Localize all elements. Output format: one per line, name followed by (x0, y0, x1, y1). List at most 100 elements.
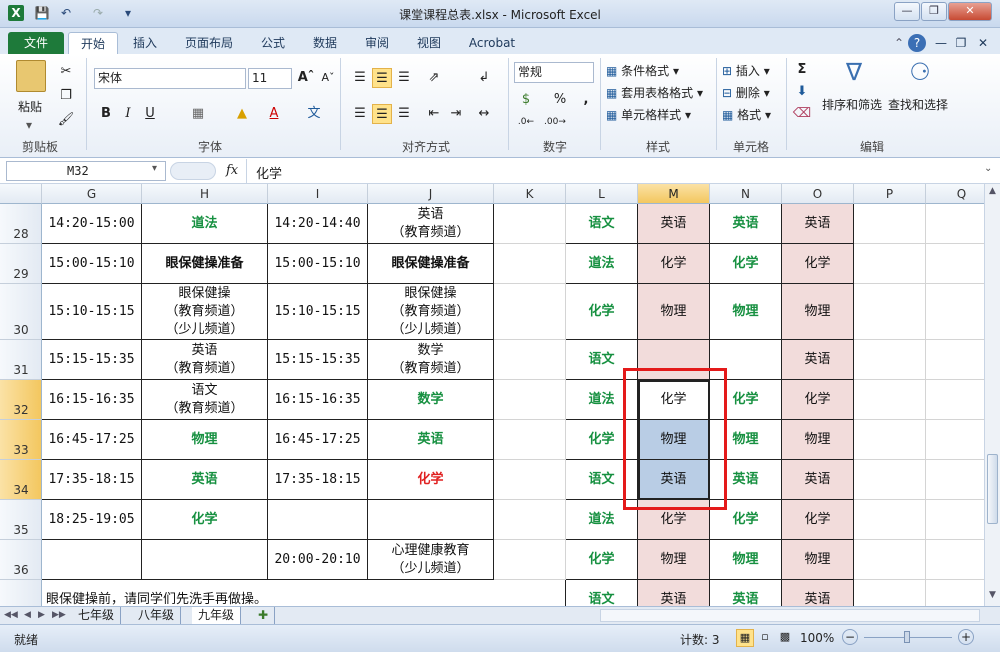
cell-q36[interactable] (926, 540, 984, 580)
insert-sheet-icon[interactable]: ✚ (252, 607, 276, 624)
select-all-corner[interactable] (0, 184, 42, 204)
row-header[interactable]: 29 (0, 244, 42, 284)
clear-icon[interactable]: ⌫ (792, 104, 812, 124)
bold-icon[interactable]: B (96, 104, 116, 124)
cell-h30[interactable]: 眼保健操 （教育频道） （少儿频道） (142, 284, 268, 340)
phonetic-icon[interactable]: 文 (304, 104, 324, 124)
sort-filter-button[interactable]: 排序和筛选 (822, 96, 882, 113)
cell-h35[interactable]: 化学 (142, 500, 268, 540)
find-select-button[interactable]: 查找和选择 (888, 96, 948, 113)
sheet-tab-grade8[interactable]: 八年级 (132, 607, 182, 624)
insert-function-icon[interactable]: fx (226, 163, 238, 178)
cell-p36[interactable] (854, 540, 926, 580)
cell-h34[interactable]: 英语 (142, 460, 268, 500)
vertical-scrollbar[interactable]: ▲ ▼ (984, 184, 1000, 606)
cell-g35[interactable]: 18:25-19:05 (42, 500, 142, 540)
tab-home[interactable]: 开始 (68, 32, 118, 54)
fill-color-icon[interactable]: ▲ (232, 104, 252, 124)
cell-o30[interactable]: 物理 (782, 284, 854, 340)
row-header[interactable]: 30 (0, 284, 42, 340)
cell-m30[interactable]: 物理 (638, 284, 710, 340)
tab-acrobat[interactable]: Acrobat (462, 32, 522, 54)
sheet-nav-prev-icon[interactable]: ◀ (24, 607, 31, 624)
cell-k32[interactable] (494, 380, 566, 420)
cell-o31[interactable]: 英语 (782, 340, 854, 380)
cell-i36[interactable]: 20:00-20:10 (268, 540, 368, 580)
cell-n30[interactable]: 物理 (710, 284, 782, 340)
row-header[interactable]: 28 (0, 204, 42, 244)
scroll-down-icon[interactable]: ▼ (987, 590, 998, 602)
cell-g29[interactable]: 15:00-15:10 (42, 244, 142, 284)
cell-g33[interactable]: 16:45-17:25 (42, 420, 142, 460)
cell-o36[interactable]: 物理 (782, 540, 854, 580)
increase-indent-icon[interactable]: ⇥ (446, 104, 466, 124)
cell-g36[interactable] (42, 540, 142, 580)
cell-g31[interactable]: 15:15-15:35 (42, 340, 142, 380)
cell-g32[interactable]: 16:15-16:35 (42, 380, 142, 420)
cell-gnote[interactable]: 眼保健操前，请同学们先洗手再做操。 (42, 580, 566, 606)
cell-p28[interactable] (854, 204, 926, 244)
cell-h28[interactable]: 道法 (142, 204, 268, 244)
cell-g34[interactable]: 17:35-18:15 (42, 460, 142, 500)
sheet-tab-grade7[interactable]: 七年级 (72, 607, 122, 624)
column-header-h[interactable]: H (142, 184, 268, 204)
cell-j32[interactable]: 数学 (368, 380, 494, 420)
cell-p29[interactable] (854, 244, 926, 284)
cell-k36[interactable] (494, 540, 566, 580)
cell-j29[interactable]: 眼保健操准备 (368, 244, 494, 284)
cell-o35[interactable]: 化学 (782, 500, 854, 540)
cell-k35[interactable] (494, 500, 566, 540)
cell-o28[interactable]: 英语 (782, 204, 854, 244)
cell-mnote[interactable]: 英语 (638, 580, 710, 606)
formula-content[interactable]: 化学 (256, 163, 282, 182)
font-color-icon[interactable]: A (264, 104, 284, 124)
cell-o29[interactable]: 化学 (782, 244, 854, 284)
underline-icon[interactable]: U (140, 104, 160, 124)
cell-l28[interactable]: 语文 (566, 204, 638, 244)
cell-i31[interactable]: 15:15-15:35 (268, 340, 368, 380)
column-header-n[interactable]: N (710, 184, 782, 204)
cell-p34[interactable] (854, 460, 926, 500)
row-header[interactable]: 33 (0, 420, 42, 460)
restore-button[interactable]: ❐ (921, 2, 947, 21)
cell-m28[interactable]: 英语 (638, 204, 710, 244)
italic-icon[interactable]: I (118, 104, 138, 124)
cell-h33[interactable]: 物理 (142, 420, 268, 460)
fill-icon[interactable]: ⬇ (792, 82, 812, 102)
page-break-view-icon[interactable]: ▩ (776, 629, 794, 647)
workbook-restore-icon[interactable]: ❐ (952, 32, 970, 54)
cell-i34[interactable]: 17:35-18:15 (268, 460, 368, 500)
cell-q33[interactable] (926, 420, 984, 460)
help-icon[interactable]: ? (908, 34, 926, 52)
cell-g30[interactable]: 15:10-15:15 (42, 284, 142, 340)
page-layout-view-icon[interactable]: ▫ (756, 629, 774, 647)
name-box[interactable]: M32 (6, 161, 166, 181)
cell-g28[interactable]: 14:20-15:00 (42, 204, 142, 244)
cell-j30[interactable]: 眼保健操 （教育频道） （少儿频道） (368, 284, 494, 340)
scroll-up-icon[interactable]: ▲ (987, 186, 998, 198)
cell-i33[interactable]: 16:45-17:25 (268, 420, 368, 460)
cell-j31[interactable]: 数学 （教育频道） (368, 340, 494, 380)
cell-h32[interactable]: 语文 （教育频道） (142, 380, 268, 420)
decrease-indent-icon[interactable]: ⇤ (424, 104, 444, 124)
close-button[interactable]: ✕ (948, 2, 992, 21)
orientation-icon[interactable]: ⇗ (424, 68, 444, 88)
cell-k29[interactable] (494, 244, 566, 284)
cell-l29[interactable]: 道法 (566, 244, 638, 284)
conditional-format-button[interactable]: ▦ 条件格式 ▾ (606, 62, 679, 79)
column-header-i[interactable]: I (268, 184, 368, 204)
tab-review[interactable]: 审阅 (354, 32, 400, 54)
cell-j33[interactable]: 英语 (368, 420, 494, 460)
row-header[interactable]: 34 (0, 460, 42, 500)
number-format-select[interactable]: 常规 (514, 62, 594, 83)
row-header[interactable]: 36 (0, 540, 42, 580)
format-as-table-button[interactable]: ▦ 套用表格格式 ▾ (606, 84, 703, 101)
row-header[interactable]: 31 (0, 340, 42, 380)
border-icon[interactable]: ▦ (188, 104, 208, 124)
cell-h36[interactable] (142, 540, 268, 580)
worksheet-grid[interactable]: G H I J K L M N O P Q 28 14:20-15:00 道法 14:20-14:40 英语 … (0, 184, 984, 606)
cell-h29[interactable]: 眼保健操准备 (142, 244, 268, 284)
column-header-q[interactable]: Q (926, 184, 984, 204)
cell-n28[interactable]: 英语 (710, 204, 782, 244)
column-header-p[interactable]: P (854, 184, 926, 204)
